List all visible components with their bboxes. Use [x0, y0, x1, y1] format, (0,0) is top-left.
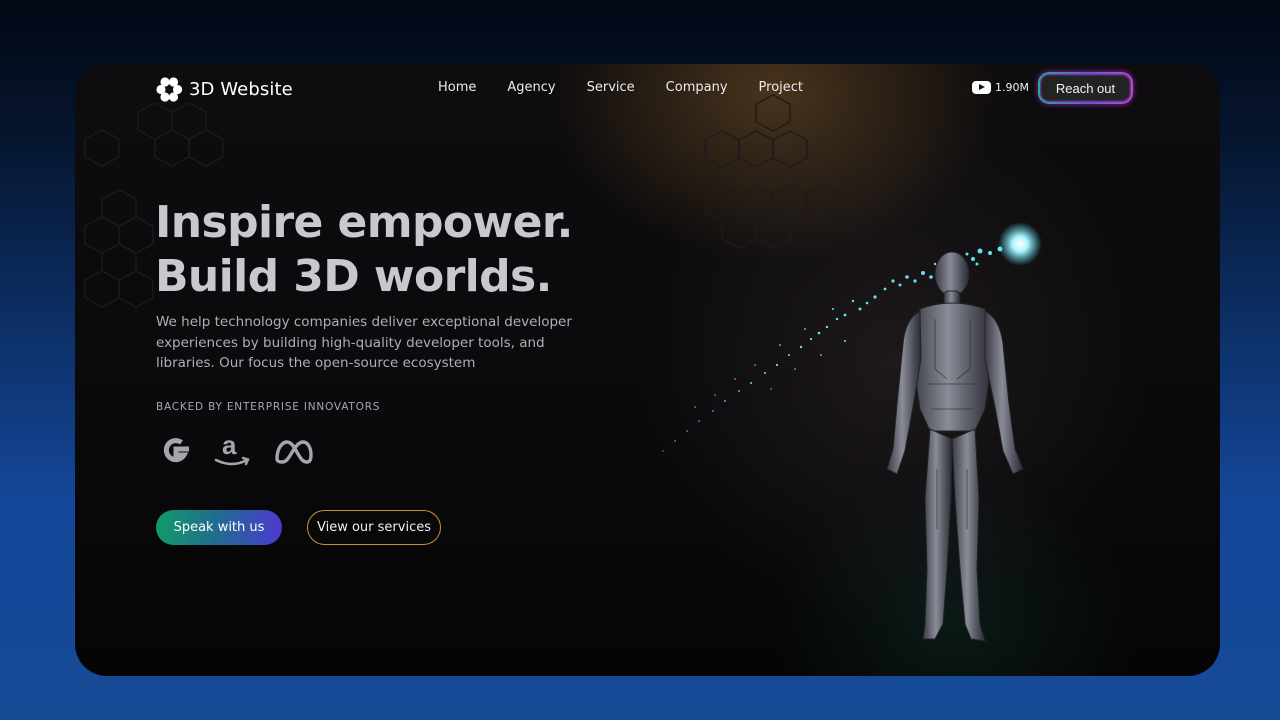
3d-humanoid-figure	[662, 222, 1042, 642]
nav-item-home[interactable]: Home	[438, 80, 476, 95]
google-logo	[163, 438, 189, 463]
amazon-logo: a	[214, 433, 250, 466]
nav-item-project[interactable]: Project	[759, 80, 803, 95]
nav-item-service[interactable]: Service	[587, 80, 635, 95]
reach-out-button[interactable]: Reach out	[1039, 73, 1132, 103]
headline-line-1: Inspire empower.	[155, 197, 573, 248]
humanoid-body	[886, 251, 1024, 642]
hero-headline: Inspire empower. Build 3D worlds.	[155, 196, 573, 304]
brand-name: 3D Website	[189, 78, 293, 100]
partner-logos: a	[159, 433, 315, 471]
nav-item-company[interactable]: Company	[666, 80, 728, 95]
brand-logo[interactable]: 3D Website	[156, 76, 293, 102]
speak-with-us-button[interactable]: Speak with us	[156, 510, 282, 545]
hero-description: We help technology companies deliver exc…	[156, 314, 572, 371]
headline-line-2: Build 3D worlds.	[155, 251, 552, 302]
nav-item-agency[interactable]: Agency	[507, 80, 555, 95]
view-services-button[interactable]: View our services	[307, 510, 441, 545]
hero-card: 3D Website Home Agency Service Company P…	[75, 64, 1220, 676]
main-nav: Home Agency Service Company Project	[438, 80, 803, 95]
meta-logo	[275, 440, 313, 464]
svg-text:a: a	[222, 433, 237, 460]
youtube-icon	[972, 81, 991, 94]
youtube-count: 1.90M	[995, 81, 1029, 94]
backed-by-label: BACKED BY ENTERPRISE INNOVATORS	[156, 401, 381, 413]
hexagon-cluster-icon	[156, 77, 182, 102]
youtube-subscribers[interactable]: 1.90M	[972, 81, 1029, 94]
reach-out-label: Reach out	[1055, 80, 1116, 96]
